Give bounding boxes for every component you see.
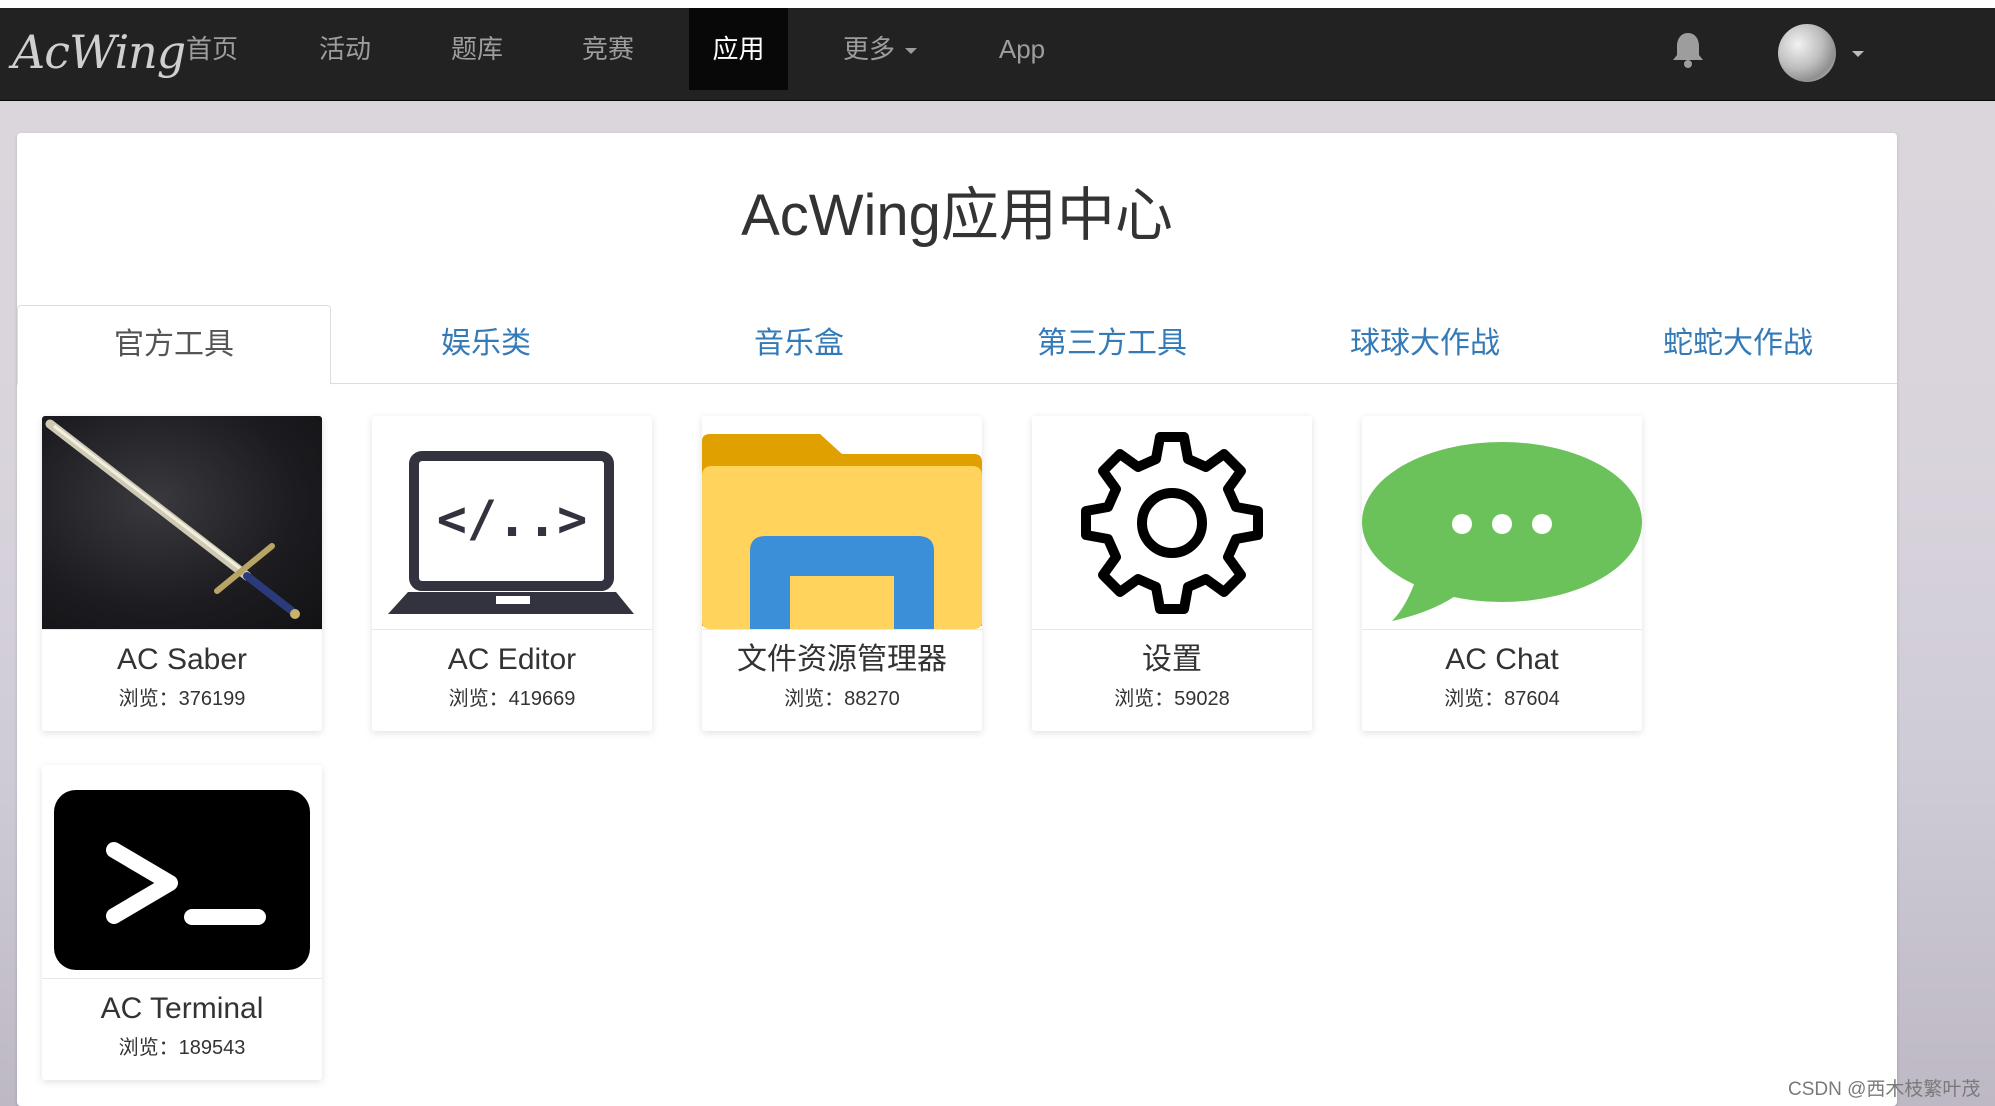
app-name: AC Chat	[1445, 643, 1559, 676]
nav-item-problems[interactable]: 题库	[425, 8, 529, 90]
tab-entertainment[interactable]: 娱乐类	[330, 305, 642, 383]
navbar: AcWing 首页 活动 题库 竞赛 应用 更多 App	[0, 8, 1995, 101]
app-views: 浏览：189543	[118, 1037, 246, 1059]
bell-icon[interactable]	[1670, 30, 1706, 70]
nav-item-more[interactable]: 更多	[820, 8, 940, 90]
app-card-file-explorer[interactable]: 文件资源管理器 浏览：88270	[702, 416, 982, 731]
folder-icon	[702, 416, 982, 630]
tab-official-tools[interactable]: 官方工具	[17, 305, 331, 385]
app-card-ac-chat[interactable]: AC Chat 浏览：87604	[1362, 416, 1642, 731]
watermark: CSDN @西木枝繁叶茂	[1788, 1079, 1981, 1100]
app-center-panel: AcWing应用中心 官方工具 娱乐类 音乐盒 第三方工具 球球大作战 蛇蛇大作…	[17, 133, 1897, 1106]
app-card-ac-editor[interactable]: </..> AC Editor 浏览：419669	[372, 416, 652, 731]
app-views: 浏览：59028	[1114, 688, 1230, 710]
chevron-down-icon[interactable]	[1852, 51, 1864, 57]
nav-item-apps[interactable]: 应用	[689, 8, 788, 90]
app-name: AC Saber	[116, 643, 248, 676]
chat-bubble-icon	[1362, 416, 1642, 630]
nav-item-label: App	[998, 34, 1046, 64]
app-name: AC Terminal	[100, 992, 264, 1025]
terminal-icon	[42, 765, 322, 979]
sword-icon	[42, 416, 322, 630]
app-name: AC Editor	[447, 643, 577, 676]
top-border	[0, 0, 1995, 8]
nav-item-label: 活动	[318, 34, 371, 64]
app-name: 文件资源管理器	[737, 643, 947, 676]
page-title: AcWing应用中心	[741, 183, 1173, 248]
gear-icon	[1032, 416, 1312, 630]
tab-music-box[interactable]: 音乐盒	[643, 305, 955, 383]
app-card-settings[interactable]: 设置 浏览：59028	[1032, 416, 1312, 731]
nav-item-contests[interactable]: 竞赛	[556, 8, 660, 90]
chevron-down-icon	[905, 48, 917, 55]
nav-item-label: 竞赛	[581, 34, 634, 64]
nav-item-activities[interactable]: 活动	[293, 8, 397, 90]
app-views: 浏览：88270	[784, 688, 900, 710]
nav-item-label: 题库	[450, 34, 503, 64]
laptop-code-icon: </..>	[372, 416, 652, 630]
app-views: 浏览：419669	[448, 688, 576, 710]
nav-item-label: 更多	[842, 34, 895, 64]
tab-ball-battle[interactable]: 球球大作战	[1269, 305, 1581, 383]
nav-item-home[interactable]: 首页	[160, 8, 264, 90]
app-card-ac-saber[interactable]: AC Saber 浏览：376199	[42, 416, 322, 731]
nav-item-label: 首页	[185, 34, 238, 64]
app-views: 浏览：87604	[1444, 688, 1560, 710]
svg-text:</..>: </..>	[437, 490, 588, 548]
app-views: 浏览：376199	[118, 688, 246, 710]
tab-snake-battle[interactable]: 蛇蛇大作战	[1582, 305, 1894, 383]
app-card-ac-terminal[interactable]: AC Terminal 浏览：189543	[42, 765, 322, 1080]
avatar[interactable]	[1778, 24, 1836, 82]
category-tabs: 官方工具 娱乐类 音乐盒 第三方工具 球球大作战 蛇蛇大作战	[17, 305, 1897, 385]
app-name: 设置	[1142, 643, 1202, 676]
nav-item-label: 应用	[712, 34, 765, 64]
tab-third-party-tools[interactable]: 第三方工具	[956, 305, 1268, 383]
nav-item-app[interactable]: App	[972, 8, 1072, 90]
